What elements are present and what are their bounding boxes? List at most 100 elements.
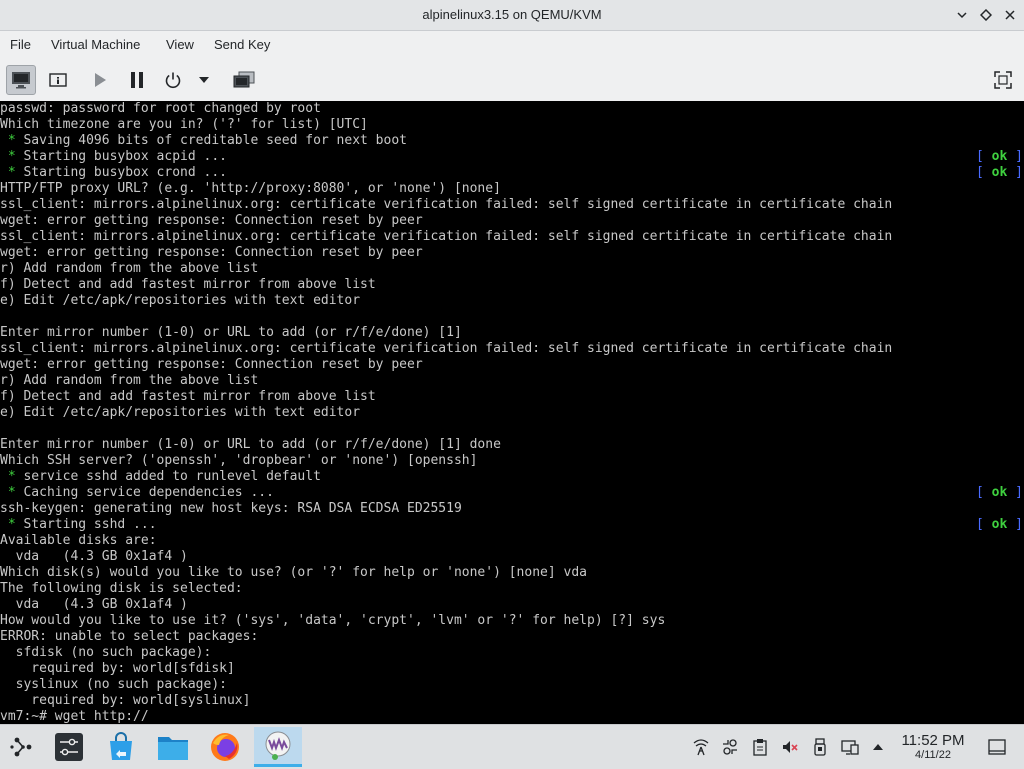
monitor-icon: [12, 72, 30, 89]
console-line-text: Enter mirror number (1-0) or URL to add …: [0, 437, 501, 452]
display-config-icon[interactable]: [840, 737, 860, 757]
console-line-text: Available disks are:: [0, 533, 157, 548]
console-line-text: required by: world[syslinux]: [0, 693, 251, 708]
console-line: vda (4.3 GB 0x1af4 ): [0, 597, 188, 613]
minimize-icon[interactable]: [952, 5, 972, 25]
console-line: Which SSH server? ('openssh', 'dropbear'…: [0, 453, 477, 469]
menu-view[interactable]: View: [166, 31, 194, 59]
console-line: passwd: password for root changed by roo…: [0, 101, 321, 117]
console-line: * Caching service dependencies ...: [0, 485, 274, 501]
console-line: wget: error getting response: Connection…: [0, 245, 423, 261]
console-line-text: e) Edit /etc/apk/repositories with text …: [0, 293, 361, 308]
console-line: f) Detect and add fastest mirror from ab…: [0, 389, 376, 405]
console-line: The following disk is selected:: [0, 581, 243, 597]
console-line-text: syslinux (no such package):: [0, 677, 227, 692]
console-line: ssl_client: mirrors.alpinelinux.org: cer…: [0, 197, 892, 213]
snapshots-button[interactable]: [229, 65, 259, 95]
console-line: Enter mirror number (1-0) or URL to add …: [0, 437, 501, 453]
console-line-text: How would you like to use it? ('sys', 'd…: [0, 613, 666, 628]
console-line: * Starting busybox crond ...: [0, 165, 227, 181]
maximize-icon[interactable]: [976, 5, 996, 25]
console-line: required by: world[syslinux]: [0, 693, 250, 709]
menu-send-key[interactable]: Send Key: [214, 31, 270, 59]
snapshot-icon: [233, 71, 255, 88]
console-line: f) Detect and add fastest mirror from ab…: [0, 277, 376, 293]
console-line-text: service sshd added to runlevel default: [15, 469, 321, 484]
clock-time[interactable]: 11:52 PM: [890, 732, 976, 749]
close-icon[interactable]: [1000, 5, 1020, 25]
console-line-text: vda (4.3 GB 0x1af4 ): [0, 597, 188, 612]
console-line-text: Which timezone are you in? ('?' for list…: [0, 117, 368, 132]
power-icon: [165, 72, 181, 89]
vm-console[interactable]: passwd: password for root changed by roo…: [0, 101, 1024, 724]
run-button[interactable]: [85, 65, 115, 95]
console-line-text: HTTP/FTP proxy URL? (e.g. 'http://proxy:…: [0, 181, 501, 196]
details-view-button[interactable]: [43, 65, 73, 95]
taskbar-file-manager[interactable]: [153, 727, 193, 767]
volume-muted-icon[interactable]: [780, 737, 800, 757]
status-star: *: [0, 165, 16, 180]
status-ok-badge: [ ok ]: [976, 165, 1023, 180]
menu-bar: File Virtual Machine View Send Key: [0, 31, 1024, 59]
folder-icon: [158, 737, 188, 760]
console-line-text: r) Add random from the above list: [0, 373, 259, 388]
window-titlebar[interactable]: alpinelinux3.15 on QEMU/KVM: [0, 0, 1024, 31]
console-line-text: wget: error getting response: Connection…: [0, 357, 423, 372]
tray-expand-icon[interactable]: [868, 737, 888, 757]
show-desktop-icon[interactable]: [987, 737, 1007, 757]
console-line-text: Caching service dependencies ...: [15, 485, 274, 500]
console-line-text: sfdisk (no such package):: [0, 645, 212, 660]
console-line: Enter mirror number (1-0) or URL to add …: [0, 325, 462, 341]
status-star: *: [0, 133, 16, 148]
pause-icon: [131, 72, 143, 88]
store-icon: [110, 732, 132, 760]
console-line-text: r) Add random from the above list: [0, 261, 259, 276]
console-line-text: wget: error getting response: Connection…: [0, 213, 423, 228]
console-line: sfdisk (no such package):: [0, 645, 212, 661]
pause-button[interactable]: [122, 65, 152, 95]
taskbar-firefox[interactable]: [205, 727, 245, 767]
console-line: * service sshd added to runlevel default: [0, 469, 321, 485]
console-line: Which timezone are you in? ('?' for list…: [0, 117, 368, 133]
console-line-text: f) Detect and add fastest mirror from ab…: [0, 389, 376, 404]
taskbar-settings[interactable]: [49, 727, 89, 767]
console-line: Which disk(s) would you like to use? (or…: [0, 565, 587, 581]
clipboard-icon[interactable]: [750, 737, 770, 757]
taskbar-discover[interactable]: [101, 727, 141, 767]
console-line-text: ERROR: unable to select packages:: [0, 629, 259, 644]
console-line-text: The following disk is selected:: [0, 581, 243, 596]
shutdown-button[interactable]: [158, 65, 188, 95]
status-star: *: [0, 149, 16, 164]
menu-virtual-machine[interactable]: Virtual Machine: [51, 31, 140, 59]
console-line-text: ssl_client: mirrors.alpinelinux.org: cer…: [0, 229, 893, 244]
shutdown-menu-button[interactable]: [190, 65, 218, 95]
application-launcher[interactable]: [2, 727, 42, 767]
console-line-text: vm7:~# wget http://: [0, 709, 149, 724]
console-line-text: ssl_client: mirrors.alpinelinux.org: cer…: [0, 341, 893, 356]
console-line: ssl_client: mirrors.alpinelinux.org: cer…: [0, 229, 892, 245]
firefox-icon: [211, 733, 239, 761]
fullscreen-button[interactable]: [988, 65, 1018, 95]
virt-manager-icon: [265, 731, 291, 760]
status-star: *: [0, 485, 16, 500]
info-icon: [49, 73, 67, 87]
console-line: e) Edit /etc/apk/repositories with text …: [0, 405, 360, 421]
console-line-text: Which disk(s) would you like to use? (or…: [0, 565, 587, 580]
console-line-text: Which SSH server? ('openssh', 'dropbear'…: [0, 453, 478, 468]
console-line: wget: error getting response: Connection…: [0, 213, 423, 229]
console-line-text: Saving 4096 bits of creditable seed for …: [15, 133, 407, 148]
network-icon[interactable]: [691, 737, 711, 757]
console-line: syslinux (no such package):: [0, 677, 227, 693]
usb-device-icon[interactable]: [810, 737, 830, 757]
console-view-button[interactable]: [6, 65, 36, 95]
console-line: vda (4.3 GB 0x1af4 ): [0, 549, 188, 565]
connections-icon[interactable]: [720, 737, 740, 757]
console-line: How would you like to use it? ('sys', 'd…: [0, 613, 665, 629]
status-star: *: [0, 469, 16, 484]
menu-file[interactable]: File: [10, 31, 31, 59]
console-line: * Saving 4096 bits of creditable seed fo…: [0, 133, 407, 149]
taskbar-virt-manager[interactable]: [254, 727, 302, 767]
console-line: r) Add random from the above list: [0, 261, 258, 277]
taskbar: 11:52 PM 4/11/22: [0, 724, 1024, 769]
clock-date[interactable]: 4/11/22: [890, 749, 976, 761]
